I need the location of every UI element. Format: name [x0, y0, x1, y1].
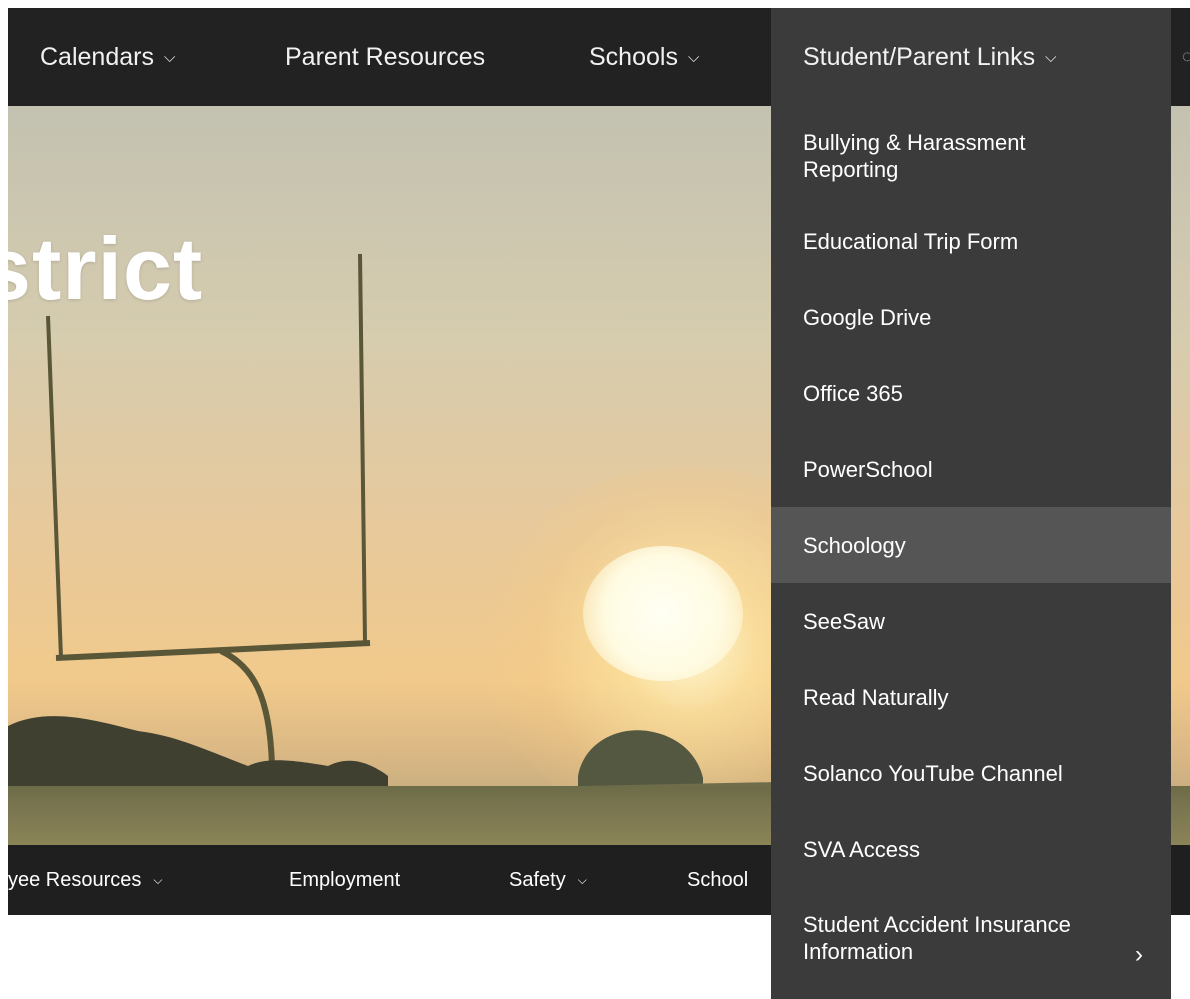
nav-item-student-parent-links[interactable]: Student/Parent Links ⌵: [771, 8, 1157, 106]
menu-item-label: Bullying & Harassment Reporting: [803, 129, 1026, 182]
nav-item-parent-resources[interactable]: Parent Resources: [285, 8, 485, 106]
menu-item-sva-access[interactable]: SVA Access: [771, 811, 1171, 887]
menu-item-student-accident-insurance-information[interactable]: Student Accident Insurance Information ›: [771, 887, 1171, 986]
chevron-down-icon: ⌵: [577, 873, 587, 887]
menu-item-label: PowerSchool: [803, 456, 933, 482]
subnav-item-label: yee Resources: [8, 869, 142, 891]
subnav-item-label: Safety: [509, 869, 566, 891]
menu-item-bullying-harassment-reporting[interactable]: Bullying & Harassment Reporting: [771, 106, 1171, 203]
chevron-right-icon: ›: [1135, 941, 1143, 968]
tree-line: [8, 716, 778, 796]
nav-item-label: Student/Parent Links: [803, 43, 1036, 71]
chevron-down-icon: ⌵: [153, 873, 163, 887]
menu-item-solanco-youtube-channel[interactable]: Solanco YouTube Channel: [771, 735, 1171, 811]
nav-item-label: Schools: [589, 43, 678, 71]
menu-item-label: Educational Trip Form: [803, 228, 1019, 254]
menu-item-label: Office 365: [803, 380, 903, 406]
menu-item-label: SeeSaw: [803, 608, 885, 634]
nav-item-label: Parent Resources: [285, 43, 486, 71]
dropdown-menu: Bullying & Harassment Reporting Educatio…: [771, 106, 1171, 986]
menu-item-office-365[interactable]: Office 365: [771, 355, 1171, 431]
nav-item-calendars[interactable]: Calendars ⌵: [40, 8, 175, 106]
menu-item-read-naturally[interactable]: Read Naturally: [771, 659, 1171, 735]
menu-item-label: Solanco YouTube Channel: [803, 760, 1063, 786]
nav-item-label: Calendars: [40, 43, 154, 71]
menu-item-google-drive[interactable]: Google Drive: [771, 279, 1171, 355]
menu-item-schoology[interactable]: Schoology: [771, 507, 1171, 583]
edge-icon: ◌: [1182, 46, 1190, 66]
subnav-item-safety[interactable]: Safety ⌵: [509, 845, 587, 915]
chevron-down-icon: ⌵: [1045, 49, 1057, 66]
menu-item-label: SVA Access: [803, 836, 920, 862]
subnav-item-label: School: [687, 869, 749, 891]
menu-item-label: Schoology: [803, 532, 906, 558]
menu-item-seesaw[interactable]: SeeSaw: [771, 583, 1171, 659]
subnav-item-school[interactable]: School: [687, 845, 771, 915]
menu-item-label: Read Naturally: [803, 684, 949, 710]
menu-item-label: Google Drive: [803, 304, 932, 330]
subnav-item-employment[interactable]: Employment: [289, 845, 400, 915]
nav-item-schools[interactable]: Schools ⌵: [589, 8, 699, 106]
menu-item-educational-trip-form[interactable]: Educational Trip Form: [771, 203, 1171, 279]
menu-item-powerschool[interactable]: PowerSchool: [771, 431, 1171, 507]
goalpost: [46, 253, 371, 767]
student-parent-links-dropdown: Student/Parent Links ⌵ Bullying & Harassm…: [771, 8, 1171, 999]
subnav-item-employee-resources[interactable]: yee Resources ⌵: [8, 845, 163, 915]
menu-item-label: Student Accident Insurance Information: [803, 911, 1071, 964]
chevron-down-icon: ⌵: [687, 49, 700, 66]
subnav-item-label: Employment: [289, 869, 401, 891]
chevron-down-icon: ⌵: [163, 49, 176, 66]
